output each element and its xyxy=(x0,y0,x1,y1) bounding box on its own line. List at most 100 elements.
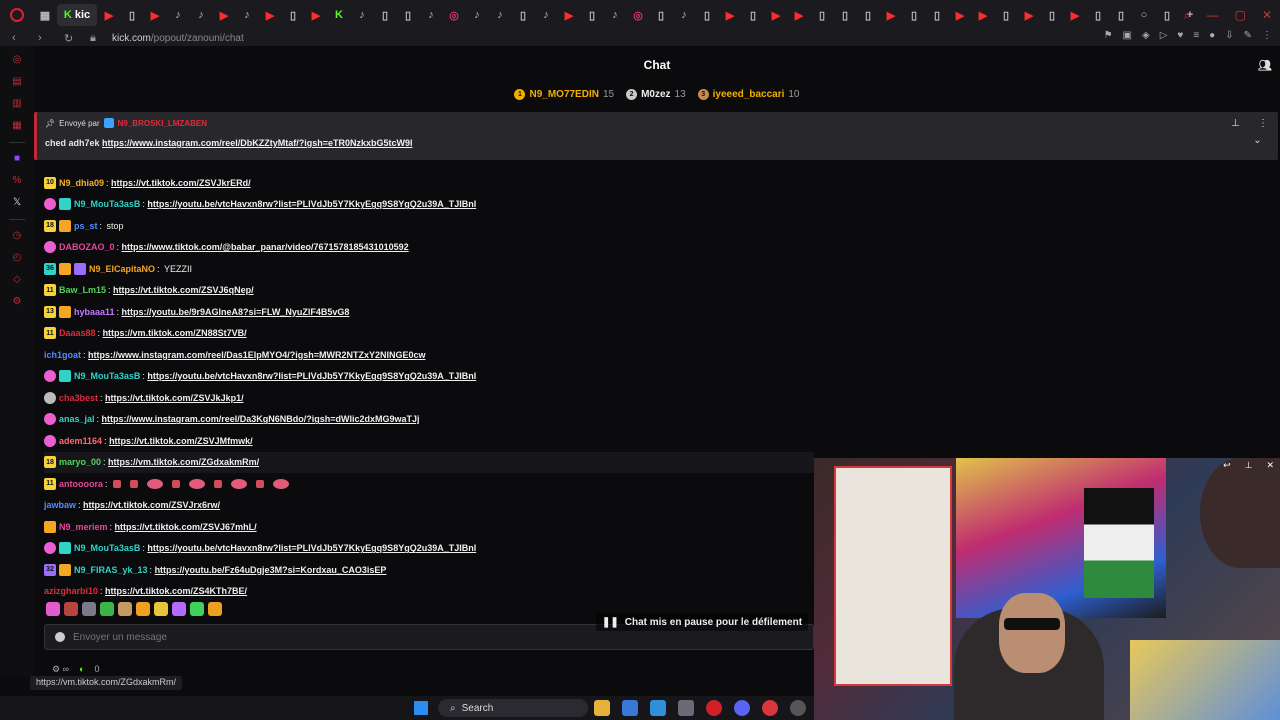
unpin-icon[interactable]: ⊥ xyxy=(1231,118,1240,129)
username[interactable]: hybaaa11 xyxy=(74,307,115,317)
profile-icon[interactable]: ● xyxy=(1209,30,1215,41)
chat-message[interactable]: 11 Baw_Lm15: https://vt.tiktok.com/ZSVJ6… xyxy=(44,280,1244,302)
tab-doc[interactable]: ▯ xyxy=(926,4,948,26)
app-icon[interactable] xyxy=(762,700,778,716)
player-icon[interactable]: ▷ xyxy=(1160,30,1168,41)
chat-message[interactable]: cha3best: https://vt.tiktok.com/ZSVJkJkp… xyxy=(44,387,1244,409)
message-link[interactable]: https://www.instagram.com/reel/Da3KgN6NB… xyxy=(102,414,420,424)
app-icon[interactable] xyxy=(790,700,806,716)
emote-icon[interactable] xyxy=(154,602,168,616)
tab-tiktok[interactable]: ♪ xyxy=(489,4,511,26)
tab-tiktok[interactable]: ♪ xyxy=(673,4,695,26)
more-options-icon[interactable]: ⋮ xyxy=(1258,118,1268,129)
tab-instagram[interactable]: ◎ xyxy=(627,4,649,26)
tab-doc[interactable]: ▯ xyxy=(121,4,143,26)
tab-youtube[interactable]: ▶ xyxy=(719,4,741,26)
reload-icon[interactable]: ↻ xyxy=(64,32,78,45)
username[interactable]: maryo_00 xyxy=(59,457,101,467)
chat-message[interactable]: N9_MouTa3asB: https://youtu.be/vtcHavxn8… xyxy=(44,366,1244,388)
back-icon[interactable]: ↩ xyxy=(1223,460,1231,471)
twitch-icon[interactable]: ■ xyxy=(11,153,23,165)
store-icon[interactable] xyxy=(622,700,638,716)
tab-tiktok[interactable]: ♪ xyxy=(167,4,189,26)
emote-icon[interactable] xyxy=(208,602,222,616)
username[interactable]: N9_ElCapitaNO xyxy=(89,264,155,274)
snapshot-icon[interactable]: ▣ xyxy=(1123,30,1132,41)
chat-message[interactable]: ich1goat: https://www.instagram.com/reel… xyxy=(44,344,1244,366)
clock-icon[interactable]: ◴ xyxy=(11,252,23,264)
tab-tiktok[interactable]: ♪ xyxy=(604,4,626,26)
tab-doc[interactable]: ▯ xyxy=(581,4,603,26)
message-link[interactable]: https://www.instagram.com/reel/Das1ElpMY… xyxy=(88,350,426,360)
tab-doc[interactable]: ▯ xyxy=(282,4,304,26)
tab-youtube[interactable]: ▶ xyxy=(1064,4,1086,26)
leaderboard-item[interactable]: 2 M0zez 13 xyxy=(626,88,686,100)
tab-doc[interactable]: ▯ xyxy=(811,4,833,26)
chat-message[interactable]: 10 N9_dhia09: https://vt.tiktok.com/ZSVJ… xyxy=(44,172,1244,194)
username[interactable]: Daaas88 xyxy=(59,328,96,338)
username[interactable]: ich1goat xyxy=(44,350,81,360)
username[interactable]: N9_MouTa3asB xyxy=(74,543,140,553)
emote-icon[interactable] xyxy=(82,602,96,616)
settings-icon[interactable]: ⚙ ∞ xyxy=(52,664,69,675)
tab-kick[interactable]: K kic xyxy=(57,4,97,26)
users-icon[interactable]: 👥︎ xyxy=(1258,59,1272,72)
pinned-link[interactable]: https://www.instagram.com/reel/DbKZZtyMt… xyxy=(102,138,412,148)
message-link[interactable]: https://youtu.be/9r9AGlneA8?si=FLW_NyuZl… xyxy=(122,307,350,317)
percent-icon[interactable]: % xyxy=(11,175,23,187)
message-link[interactable]: https://vt.tiktok.com/ZSVJkJkp1/ xyxy=(105,393,244,403)
tab-doc[interactable]: ▯ xyxy=(512,4,534,26)
opera-taskbar-icon[interactable] xyxy=(706,700,722,716)
username[interactable]: jawbaw xyxy=(44,500,76,510)
heart-icon[interactable]: ♥ xyxy=(1177,30,1183,41)
tab-doc[interactable]: ▯ xyxy=(903,4,925,26)
tab-youtube[interactable]: ▶ xyxy=(972,4,994,26)
tab-tiktok[interactable]: ♪ xyxy=(420,4,442,26)
emote-icon[interactable] xyxy=(64,602,78,616)
tab-instagram[interactable]: ◎ xyxy=(443,4,465,26)
more-icon[interactable]: ⋮ xyxy=(1262,30,1272,41)
emote-icon[interactable] xyxy=(46,602,60,616)
chevron-down-icon[interactable]: ⌄ xyxy=(1253,135,1268,146)
message-link[interactable]: https://youtu.be/Fz64uDgje3M?si=Kordxau_… xyxy=(155,565,387,575)
speed-dial-icon[interactable]: ◎ xyxy=(11,54,23,66)
tab-youtube[interactable]: ▶ xyxy=(144,4,166,26)
tab-doc[interactable]: ▯ xyxy=(1110,4,1132,26)
username[interactable]: cha3best xyxy=(59,393,98,403)
chat-message[interactable]: 36 N9_ElCapitaNO: YEZZII xyxy=(44,258,1244,280)
ai-icon[interactable]: ✎ xyxy=(1244,30,1252,41)
chat-message[interactable]: anas_jal: https://www.instagram.com/reel… xyxy=(44,409,1244,431)
forward-arrow-icon[interactable]: › xyxy=(38,32,52,44)
tab-youtube[interactable]: ▶ xyxy=(259,4,281,26)
tab-doc[interactable]: ▯ xyxy=(995,4,1017,26)
username[interactable]: N9_MouTa3asB xyxy=(74,199,140,209)
tab-tiktok[interactable]: ♪ xyxy=(535,4,557,26)
history-icon[interactable]: ◷ xyxy=(11,230,23,242)
menu-icon[interactable]: ≡ xyxy=(1193,30,1199,41)
emote-icon[interactable] xyxy=(118,602,132,616)
tab-youtube[interactable]: ▶ xyxy=(1018,4,1040,26)
tab-doc[interactable]: ▯ xyxy=(374,4,396,26)
close-button[interactable]: ✕ xyxy=(1262,8,1272,23)
tab-doc[interactable]: ▯ xyxy=(1156,4,1178,26)
username[interactable]: anas_jal xyxy=(59,414,95,424)
tab-tiktok[interactable]: ♪ xyxy=(236,4,258,26)
username[interactable]: N9_MouTa3asB xyxy=(74,371,140,381)
emote-icon[interactable] xyxy=(136,602,150,616)
message-link[interactable]: https://vt.tiktok.com/ZS4KTh7BE/ xyxy=(105,586,247,596)
tab-youtube[interactable]: ▶ xyxy=(558,4,580,26)
tab-youtube[interactable]: ▶ xyxy=(765,4,787,26)
chat-message[interactable]: adem1164: https://vt.tiktok.com/ZSVJMfmw… xyxy=(44,430,1244,452)
tab-tiktok[interactable]: ♪ xyxy=(466,4,488,26)
username[interactable]: azizgharbi10 xyxy=(44,586,98,596)
windows-start-icon[interactable] xyxy=(414,701,428,715)
chat-message[interactable]: DABOZAO_0: https://www.tiktok.com/@babar… xyxy=(44,237,1244,259)
tab-doc[interactable]: ▯ xyxy=(834,4,856,26)
bookmark-icon[interactable]: ⚑ xyxy=(1104,30,1113,41)
emoji-icon[interactable] xyxy=(55,632,65,642)
file-explorer-icon[interactable] xyxy=(594,700,610,716)
chat-message[interactable]: 13 hybaaa11: https://youtu.be/9r9AGlneA8… xyxy=(44,301,1244,323)
username[interactable]: N9_dhia09 xyxy=(59,178,104,188)
tab-tiktok[interactable]: ♪ xyxy=(190,4,212,26)
emote-icon[interactable] xyxy=(172,602,186,616)
